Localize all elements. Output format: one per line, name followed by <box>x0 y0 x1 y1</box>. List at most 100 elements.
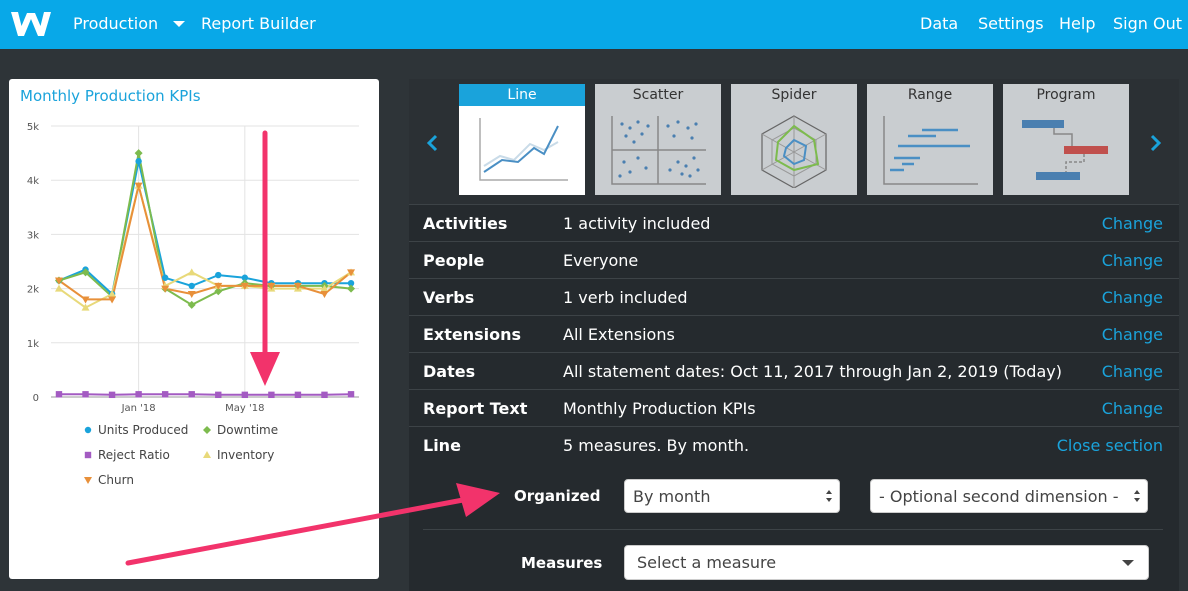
chart-title: Monthly Production KPIs <box>20 87 201 105</box>
line-chart: 0 1k 2k 3k 4k 5k Jan '18 May '18 Units Produced D… <box>27 122 359 487</box>
settings-row-people: People Everyone Change <box>409 241 1179 278</box>
x-tick-label: May '18 <box>225 403 264 414</box>
legend-item: Inventory <box>217 448 274 462</box>
change-people-link[interactable]: Change <box>1102 251 1163 270</box>
logo-icon[interactable] <box>9 9 53 39</box>
data-point <box>84 477 92 484</box>
chevron-right-icon[interactable] <box>1146 131 1164 155</box>
nav-sign-out[interactable]: Sign Out <box>1113 14 1182 33</box>
settings-row-line: Line 5 measures. By month. Close section <box>409 426 1179 463</box>
data-point <box>55 391 63 398</box>
organized-select[interactable]: By month <box>624 479 840 513</box>
settings-row-report-text: Report Text Monthly Production KPIs Chan… <box>409 389 1179 426</box>
data-point <box>320 291 329 299</box>
data-point <box>108 391 116 399</box>
chart-type-label: Spider <box>771 87 817 103</box>
row-value: All statement dates: Oct 11, 2017 throug… <box>563 362 1062 381</box>
data-point <box>294 391 302 399</box>
close-section-link[interactable]: Close section <box>1057 436 1163 455</box>
program-chart-thumbnail-icon <box>1022 120 1108 180</box>
chart-type-selector: Line Scatter Spider Range Program <box>409 79 1179 204</box>
measures-label: Measures <box>521 554 603 572</box>
row-value: Everyone <box>563 251 639 270</box>
line-chart-thumbnail-icon <box>479 118 568 181</box>
chart-type-line[interactable]: Line <box>459 84 585 195</box>
row-label: Report Text <box>423 399 528 418</box>
chevron-left-icon[interactable] <box>424 131 442 155</box>
data-point <box>188 391 195 398</box>
row-value: 1 activity included <box>563 214 711 233</box>
change-extensions-link[interactable]: Change <box>1102 325 1163 344</box>
row-value: 5 measures. By month. <box>563 436 750 455</box>
row-value: All Extensions <box>563 325 675 344</box>
settings-row-activities: Activities 1 activity included Change <box>409 204 1179 241</box>
settings-row-extensions: Extensions All Extensions Change <box>409 315 1179 352</box>
data-point <box>241 391 249 399</box>
chart-type-spider[interactable]: Spider <box>731 84 857 195</box>
second-dimension-select[interactable]: - Optional second dimension - <box>870 479 1148 513</box>
row-label: Dates <box>423 362 476 381</box>
chart-type-scatter[interactable]: Scatter <box>595 84 721 195</box>
chevron-down-icon[interactable] <box>173 21 185 27</box>
nav-settings[interactable]: Settings <box>978 14 1044 33</box>
nav-report-builder[interactable]: Report Builder <box>201 14 316 33</box>
row-value: 1 verb included <box>563 288 688 307</box>
data-point <box>347 391 355 398</box>
series-line <box>58 160 351 296</box>
row-label: Line <box>423 436 461 455</box>
data-point <box>215 271 222 279</box>
data-point <box>187 268 196 276</box>
chevron-down-icon <box>1122 560 1134 566</box>
up-down-arrows-icon <box>1134 490 1140 502</box>
range-chart-thumbnail-icon <box>883 116 978 185</box>
change-verbs-link[interactable]: Change <box>1102 288 1163 307</box>
top-navigation-bar: Production Report Builder Data Settings … <box>0 0 1188 49</box>
nav-data[interactable]: Data <box>920 14 958 33</box>
legend-item: Downtime <box>217 423 278 437</box>
data-point <box>203 451 211 458</box>
change-activities-link[interactable]: Change <box>1102 214 1163 233</box>
series-line <box>58 152 352 307</box>
row-label: People <box>423 251 485 270</box>
settings-row-verbs: Verbs 1 verb included Change <box>409 278 1179 315</box>
y-tick-label: 5k <box>27 122 39 133</box>
nav-help[interactable]: Help <box>1059 14 1095 33</box>
legend-item: Churn <box>98 473 134 487</box>
chart-type-label: Program <box>1036 87 1096 103</box>
settings-row-dates: Dates All statement dates: Oct 11, 2017 … <box>409 352 1179 389</box>
data-point <box>161 391 169 398</box>
data-point <box>188 282 195 290</box>
y-tick-label: 4k <box>27 176 39 187</box>
data-point <box>203 426 211 434</box>
second-dimension-select-value: - Optional second dimension - <box>879 487 1119 506</box>
data-point <box>82 391 89 398</box>
chart-preview-card: 0 1k 2k 3k 4k 5k Jan '18 May '18 Units Produced D… <box>9 79 379 579</box>
legend-item: Units Produced <box>98 423 188 437</box>
project-menu[interactable]: Production <box>73 14 158 33</box>
data-point <box>215 391 222 399</box>
x-tick-label: Jan '18 <box>121 403 156 414</box>
measures-select-placeholder: Select a measure <box>637 553 777 572</box>
row-value: Monthly Production KPIs <box>563 399 756 418</box>
measures-select[interactable]: Select a measure <box>624 545 1149 580</box>
data-point <box>135 158 142 165</box>
data-point <box>321 391 328 399</box>
data-point <box>268 391 275 399</box>
data-point <box>135 391 142 398</box>
row-label: Extensions <box>423 325 522 344</box>
series-line <box>59 393 352 396</box>
row-label: Verbs <box>423 288 475 307</box>
chart-type-label: Scatter <box>632 87 684 103</box>
legend-item: Reject Ratio <box>98 448 170 462</box>
y-tick-label: 0 <box>33 393 39 404</box>
chart-type-program[interactable]: Program <box>1003 84 1129 195</box>
y-tick-label: 2k <box>27 285 39 296</box>
organized-label: Organized <box>514 487 601 505</box>
change-report-text-link[interactable]: Change <box>1102 399 1163 418</box>
change-dates-link[interactable]: Change <box>1102 362 1163 381</box>
chart-type-range[interactable]: Range <box>867 84 993 195</box>
data-point <box>84 426 92 434</box>
data-point <box>134 149 143 158</box>
up-down-arrows-icon <box>826 490 832 502</box>
chart-type-label: Line <box>459 84 585 106</box>
